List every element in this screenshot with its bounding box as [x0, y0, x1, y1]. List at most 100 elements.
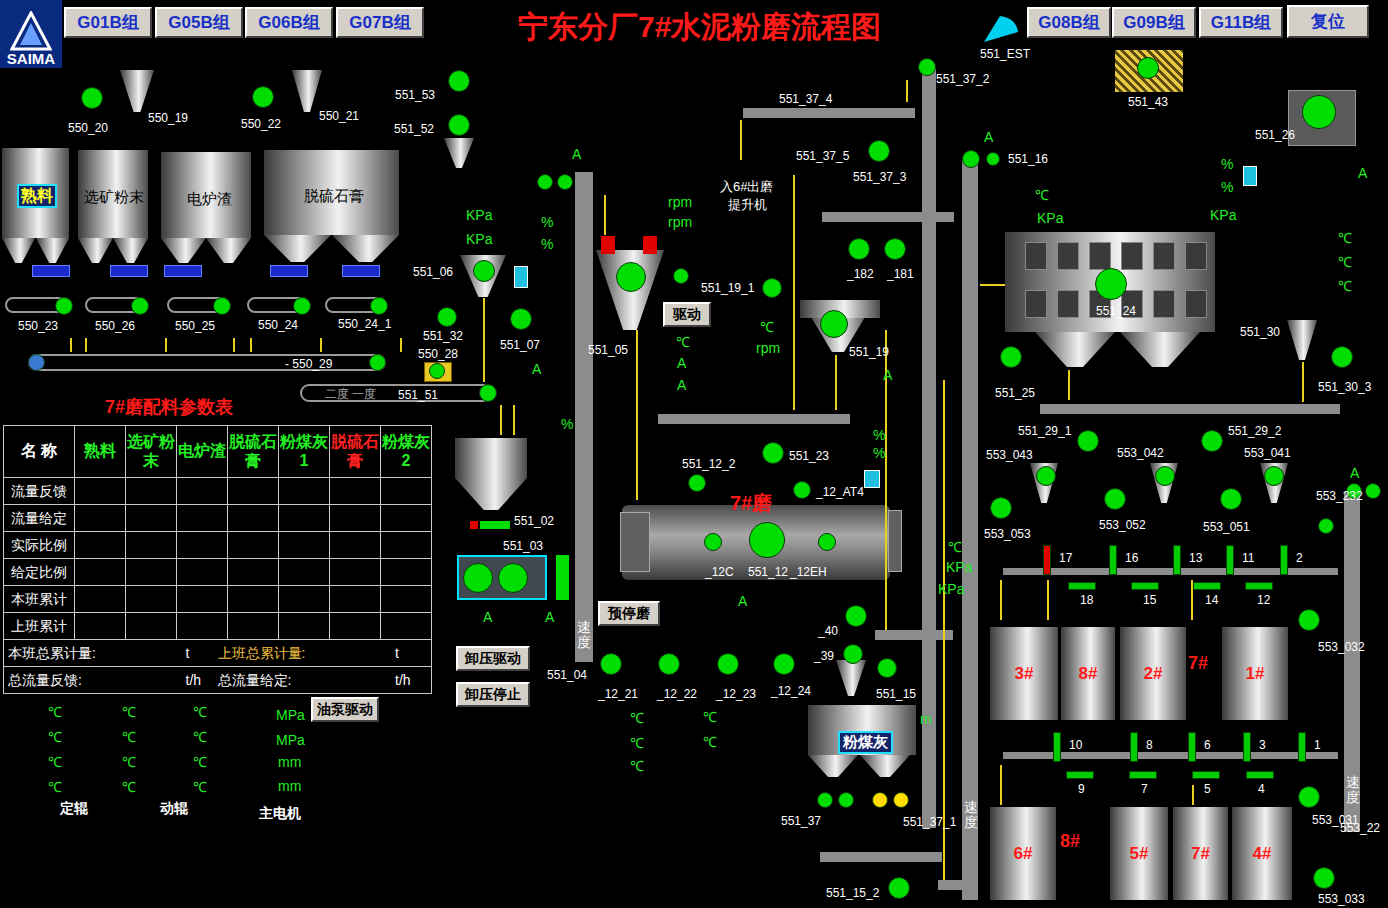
logo-text: SAIMA	[7, 51, 55, 66]
device-tag: 551_19_1	[701, 282, 754, 294]
gate-number: 15	[1143, 594, 1156, 606]
storage-tank: 3#	[990, 627, 1058, 720]
motor-status	[762, 442, 784, 464]
device-tag: 551_29_2	[1228, 425, 1281, 437]
flow-line	[740, 120, 742, 160]
value-cell	[381, 559, 432, 586]
value-cell	[228, 559, 279, 586]
group-button[interactable]: G11B组	[1199, 7, 1283, 38]
group-button[interactable]: G07B组	[336, 7, 424, 38]
column-header: 粉煤灰2	[381, 426, 432, 478]
flow-line	[483, 298, 485, 382]
device-tag: 553_052	[1099, 519, 1146, 531]
group-button[interactable]: G01B组	[64, 7, 152, 38]
flow-line	[250, 338, 252, 352]
gauge-unit: ℃	[48, 730, 62, 744]
unit-label: %	[561, 417, 573, 431]
group-button[interactable]: G09B组	[1112, 7, 1196, 38]
device-tag: 553_041	[1244, 447, 1291, 459]
gate-valve	[1131, 582, 1159, 590]
reset-button[interactable]: 复位	[1287, 5, 1369, 38]
value-cell	[126, 505, 177, 532]
feeder	[110, 265, 148, 277]
device-tag: 551_07	[500, 339, 540, 351]
gate-valve	[1298, 732, 1306, 762]
value-cell	[126, 478, 177, 505]
total-unit: t	[186, 643, 218, 664]
gauge-unit: ℃	[48, 705, 62, 719]
gauge-unit: ℃	[122, 705, 136, 719]
device-tag: 551_03	[503, 540, 543, 552]
device-tag: 551_16	[1008, 153, 1048, 165]
device-tag: 550_24	[258, 319, 298, 331]
total-label: 总流量反馈:	[8, 670, 186, 691]
feeder	[342, 265, 380, 277]
control-button[interactable]: 驱动	[663, 302, 711, 327]
storage-tank: 4#	[1232, 807, 1292, 900]
flow-line	[70, 338, 72, 352]
gate-number: 14	[1205, 594, 1218, 606]
gate-valve	[1173, 545, 1181, 575]
device-tag: 551_23	[789, 450, 829, 462]
control-button[interactable]: 卸压停止	[456, 682, 530, 707]
gate-number: 2	[1296, 552, 1303, 564]
gate-valve	[1109, 545, 1117, 575]
gate-number: 4	[1258, 783, 1265, 795]
device-tag: 551_37_1	[903, 816, 956, 828]
motor-status	[537, 174, 553, 190]
flow-line	[1000, 765, 1002, 805]
value-cell	[75, 559, 126, 586]
hopper	[1287, 320, 1317, 360]
device-tag: _39	[814, 650, 834, 662]
gate-valve	[1043, 545, 1051, 575]
gauge-label: 定辊	[60, 801, 88, 815]
unit-label: ℃	[1338, 231, 1352, 245]
collector-window	[1057, 242, 1079, 270]
storage-tank: 2#	[1120, 627, 1186, 720]
gauge-unit: ℃	[122, 755, 136, 769]
unit-label: KPa	[466, 208, 492, 222]
value-cell	[330, 586, 381, 613]
device-tag: 550_23	[18, 320, 58, 332]
control-button[interactable]: 预停磨	[598, 601, 660, 626]
column-header: 熟料	[75, 426, 126, 478]
table-title: 7#磨配料参数表	[105, 398, 233, 416]
unit-label: KPa	[466, 232, 492, 246]
total-unit: t	[395, 643, 427, 664]
chute	[820, 852, 942, 862]
device-tag: - 550_29	[285, 358, 332, 370]
value-cell	[177, 559, 228, 586]
device-tag: 550_26	[95, 320, 135, 332]
motor-status	[1095, 268, 1127, 300]
chute	[743, 108, 915, 118]
motor-status	[1365, 483, 1381, 499]
silo-label: 电炉渣	[185, 190, 234, 209]
unit-label: A	[1358, 166, 1367, 180]
motor-status	[557, 174, 573, 190]
motor-status	[1036, 466, 1056, 486]
device-tag: 551_25	[995, 387, 1035, 399]
control-button[interactable]: 卸压驱动	[456, 646, 530, 671]
value-cell	[381, 586, 432, 613]
gate-valve	[1245, 582, 1273, 590]
control-button[interactable]: 油泵驱动	[311, 697, 379, 722]
unit-label: A	[545, 610, 554, 624]
unit-label: ℃	[1338, 279, 1352, 293]
silo-cone	[113, 238, 148, 263]
speed-label: 速度	[577, 620, 591, 651]
flow-line	[793, 175, 795, 410]
motor-status	[1220, 488, 1242, 510]
device-tag: 551_02	[514, 515, 554, 527]
motor-status	[448, 70, 470, 92]
group-button[interactable]: G05B组	[155, 7, 243, 38]
motor-status	[616, 262, 646, 292]
flow-line	[1068, 370, 1070, 400]
speed-label: 速度	[964, 800, 978, 831]
motor-status	[717, 653, 739, 675]
tank-label: 6#	[1014, 841, 1033, 867]
column-header: 粉煤灰1	[279, 426, 330, 478]
elevator	[962, 160, 978, 900]
group-button[interactable]: G08B组	[1027, 7, 1111, 38]
group-button[interactable]: G06B组	[245, 7, 333, 38]
gate-valve	[1280, 545, 1288, 575]
